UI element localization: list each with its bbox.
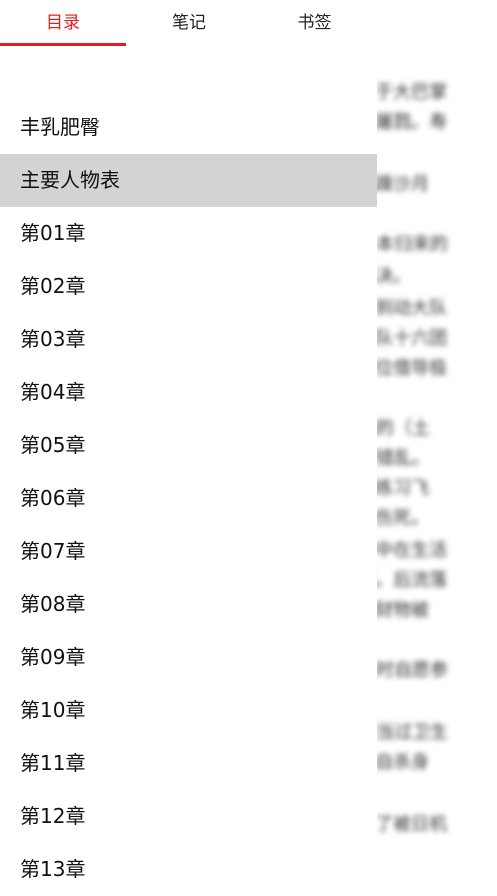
active-tab-indicator <box>0 43 126 46</box>
drawer-tab-bar: 目录 笔记 书签 <box>0 0 377 47</box>
toc-item-chapter-08[interactable]: 第08章 <box>0 578 377 631</box>
toc-drawer: 目录 笔记 书签 丰乳肥臀 主要人物表 第01章 第02章 第03章 第04章 … <box>0 0 377 883</box>
toc-item-chapter-06[interactable]: 第06章 <box>0 472 377 525</box>
toc-item-chapter-05[interactable]: 第05章 <box>0 419 377 472</box>
toc-item-chapter-11[interactable]: 第11章 <box>0 737 377 790</box>
tab-bookmarks[interactable]: 书签 <box>252 0 377 47</box>
toc-list: 丰乳肥臀 主要人物表 第01章 第02章 第03章 第04章 第05章 第06章… <box>0 101 377 896</box>
toc-item-book-title[interactable]: 丰乳肥臀 <box>0 101 377 154</box>
tab-notes[interactable]: 笔记 <box>126 0 252 47</box>
toc-item-chapter-02[interactable]: 第02章 <box>0 260 377 313</box>
toc-item-chapter-01[interactable]: 第01章 <box>0 207 377 260</box>
toc-item-chapter-03[interactable]: 第03章 <box>0 313 377 366</box>
toc-item-chapter-10[interactable]: 第10章 <box>0 684 377 737</box>
toc-item-chapter-13[interactable]: 第13章 <box>0 843 377 896</box>
tab-contents[interactable]: 目录 <box>0 0 126 47</box>
toc-item-chapter-09[interactable]: 第09章 <box>0 631 377 684</box>
toc-item-chapter-04[interactable]: 第04章 <box>0 366 377 419</box>
toc-item-character-list[interactable]: 主要人物表 <box>0 154 377 207</box>
toc-item-chapter-07[interactable]: 第07章 <box>0 525 377 578</box>
toc-item-chapter-12[interactable]: 第12章 <box>0 790 377 843</box>
